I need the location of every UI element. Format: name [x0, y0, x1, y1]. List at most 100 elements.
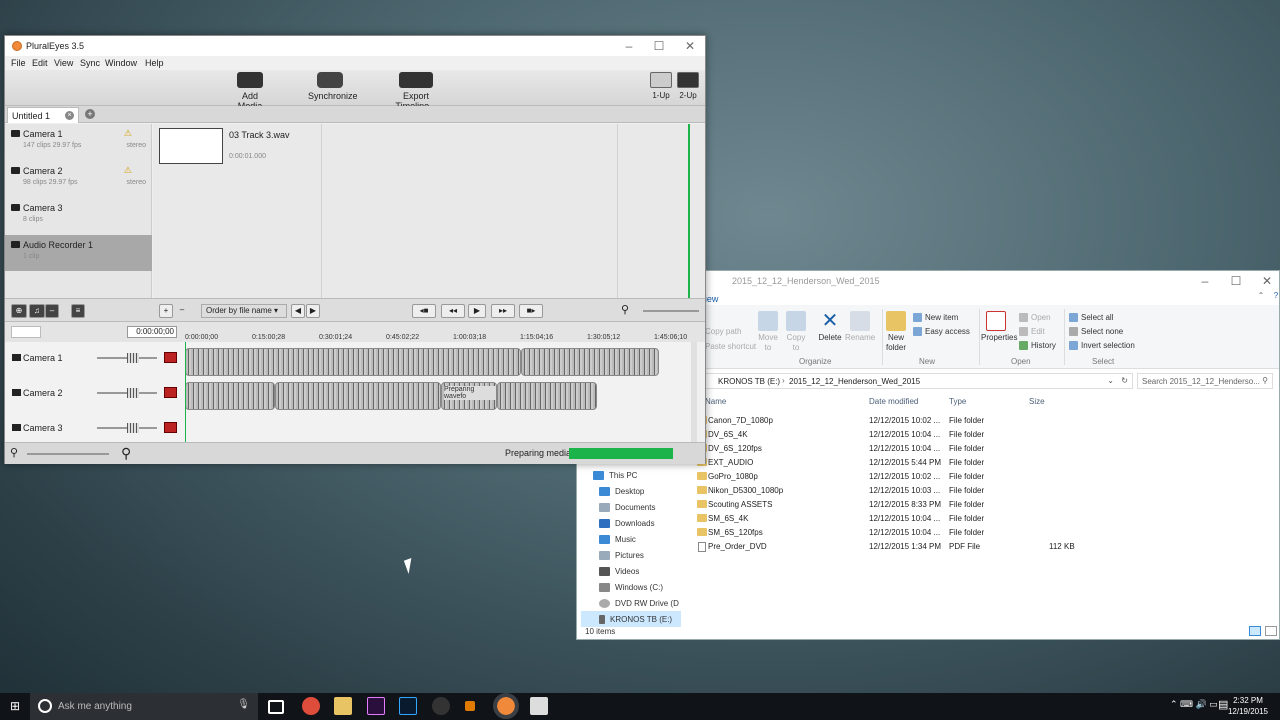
nav-pictures[interactable]: Pictures	[581, 547, 681, 563]
timeline-scrollbar[interactable]	[691, 342, 697, 442]
copy-path-button[interactable]: Copy path	[705, 327, 741, 336]
breadcrumb-drive[interactable]: KRONOS TB (E:)	[718, 377, 780, 386]
select-all-button[interactable]: Select all	[1069, 313, 1113, 322]
nav-downloads[interactable]: Downloads	[581, 515, 681, 531]
rename-button[interactable]: Rename	[845, 311, 875, 343]
invert-selection-button[interactable]: Invert selection	[1069, 341, 1135, 350]
nav-desktop[interactable]: Desktop	[581, 483, 681, 499]
add-clip-button[interactable]: +	[159, 304, 173, 318]
pluraleyes-taskbar-icon[interactable]	[493, 693, 519, 719]
file-row[interactable]: SM_6S_120fps 12/12/2015 10:04 ... File fol…	[693, 526, 1113, 540]
help-icon[interactable]: ?	[1267, 291, 1280, 300]
menu-file[interactable]: File	[11, 58, 26, 68]
media-player-icon[interactable]	[530, 697, 548, 715]
menu-window[interactable]: Window	[105, 58, 137, 68]
file-row[interactable]: SM_6S_4K 12/12/2015 10:04 ... File folder	[693, 512, 1113, 526]
file-explorer-icon[interactable]	[334, 697, 352, 715]
microphone-icon[interactable]: 🎙	[237, 699, 250, 710]
maximize-icon[interactable]: ☐	[1227, 274, 1245, 288]
add-audio-button[interactable]: ♫	[29, 304, 45, 318]
track-volume-slider[interactable]	[97, 388, 157, 398]
close-icon[interactable]: ✕	[1258, 274, 1276, 288]
app-icon[interactable]	[432, 697, 450, 715]
menu-sync[interactable]: Sync	[80, 58, 100, 68]
order-dropdown[interactable]: Order by file name ▾	[201, 304, 287, 318]
next-icon[interactable]: ▶	[306, 304, 320, 318]
prev-icon[interactable]: ◀	[291, 304, 305, 318]
start-icon[interactable]: ⊞	[10, 699, 20, 713]
menu-help[interactable]: Help	[145, 58, 164, 68]
add-camera-button[interactable]: ⊕	[11, 304, 27, 318]
column-header-date[interactable]: Date modified	[869, 397, 918, 406]
zoom-slider[interactable]	[643, 310, 699, 312]
list-menu-icon[interactable]: ≡	[71, 304, 85, 318]
file-row[interactable]: Pre_Order_DVD 12/12/2015 1:34 PM PDF File 1…	[693, 540, 1113, 554]
edit-button[interactable]: Edit	[1019, 327, 1045, 336]
tab-untitled-1[interactable]: Untitled 1 ×	[7, 107, 79, 123]
go-to-start-icon[interactable]: ◂■	[412, 304, 436, 318]
file-row[interactable]: Nikon_D5300_1080p 12/12/2015 10:03 ... Fil…	[693, 484, 1113, 498]
minimize-icon[interactable]: –	[620, 39, 638, 53]
nav-documents[interactable]: Documents	[581, 499, 681, 515]
timeline-option-toggle[interactable]	[11, 326, 41, 338]
source-item[interactable]: Camera 3 8 clips	[5, 198, 152, 234]
premiere-icon[interactable]	[367, 697, 385, 715]
track-mute-icon[interactable]	[164, 422, 177, 433]
select-none-button[interactable]: Select none	[1069, 327, 1123, 336]
minimize-icon[interactable]: –	[1196, 274, 1214, 288]
nav-kronos-e[interactable]: KRONOS TB (E:)	[581, 611, 681, 627]
nav-music[interactable]: Music	[581, 531, 681, 547]
delete-button[interactable]: ✕ Delete	[817, 311, 843, 343]
source-item[interactable]: Camera 1 147 clips 29.97 fps stereo ⚠	[5, 124, 152, 160]
rewind-icon[interactable]: ◂◂	[441, 304, 465, 318]
timeline-playhead[interactable]	[185, 342, 186, 442]
new-folder-button[interactable]: New folder	[885, 311, 907, 353]
timecode-display[interactable]: 0:00:00;00	[127, 326, 177, 338]
nav-this-pc[interactable]: This PC	[581, 467, 681, 483]
track-clip[interactable]	[521, 348, 659, 376]
file-row[interactable]: Scouting ASSETS 12/12/2015 8:33 PM File fo…	[693, 498, 1113, 512]
slider-knob[interactable]	[127, 388, 139, 398]
view-2up-button[interactable]: 2-Up	[676, 72, 700, 100]
menu-view[interactable]: View	[54, 58, 73, 68]
track-clip[interactable]	[275, 382, 441, 410]
history-button[interactable]: History	[1019, 341, 1056, 350]
photoshop-icon[interactable]	[399, 697, 417, 715]
address-bar[interactable]: KRONOS TB (E:) › 2015_12_12_Henderson_We…	[705, 373, 1133, 389]
copy-to-button[interactable]: Copy to	[785, 311, 807, 353]
zoom-out-icon[interactable]: ⚲	[621, 303, 629, 316]
timeline-zoom-slider[interactable]	[27, 453, 109, 455]
timeline-zoom-in-icon[interactable]: ⚲	[121, 445, 131, 462]
nav-videos[interactable]: Videos	[581, 563, 681, 579]
action-center-icon[interactable]: ▤	[1218, 698, 1228, 711]
file-row[interactable]: DV_6S_4K 12/12/2015 10:04 ... File folder	[693, 428, 1113, 442]
clip-thumbnail[interactable]	[159, 128, 223, 164]
track-clip[interactable]	[185, 382, 275, 410]
fast-forward-icon[interactable]: ▸▸	[491, 304, 515, 318]
vlc-icon[interactable]	[465, 701, 475, 711]
file-row[interactable]: EXT_AUDIO 12/12/2015 5:44 PM File folder	[693, 456, 1113, 470]
nav-dvd-drive[interactable]: DVD RW Drive (D	[581, 595, 681, 611]
source-item[interactable]: Camera 2 98 clips 29.97 fps stereo ⚠	[5, 161, 152, 197]
cortana-search[interactable]: Ask me anything 🎙	[30, 693, 258, 720]
paste-shortcut-button[interactable]: Paste shortcut	[705, 342, 756, 351]
remove-clip-button[interactable]: –	[176, 304, 188, 318]
breadcrumb-folder[interactable]: 2015_12_12_Henderson_Wed_2015	[789, 377, 920, 386]
details-view-icon[interactable]	[1249, 626, 1261, 636]
track-volume-slider[interactable]	[97, 353, 157, 363]
track-clip[interactable]	[185, 348, 521, 376]
refresh-icon[interactable]: ↻	[1121, 376, 1128, 385]
file-row[interactable]: DV_6S_120fps 12/12/2015 10:04 ... File fol…	[693, 442, 1113, 456]
properties-button[interactable]: Properties	[981, 311, 1017, 343]
track-volume-slider[interactable]	[97, 423, 157, 433]
maximize-icon[interactable]: ☐	[650, 39, 668, 53]
menu-edit[interactable]: Edit	[32, 58, 48, 68]
remove-source-button[interactable]: –	[45, 304, 59, 318]
column-header-type[interactable]: Type	[949, 397, 966, 406]
pe-titlebar[interactable]: PluralEyes 3.5 – ☐ ✕	[5, 36, 705, 56]
source-item[interactable]: Audio Recorder 1 1 clip	[5, 235, 152, 271]
file-row[interactable]: Canon_7D_1080p 12/12/2015 10:02 ... File f…	[693, 414, 1113, 428]
view-1up-button[interactable]: 1-Up	[650, 72, 672, 100]
easy-access-button[interactable]: Easy access	[913, 327, 970, 336]
close-icon[interactable]: ✕	[681, 39, 699, 53]
